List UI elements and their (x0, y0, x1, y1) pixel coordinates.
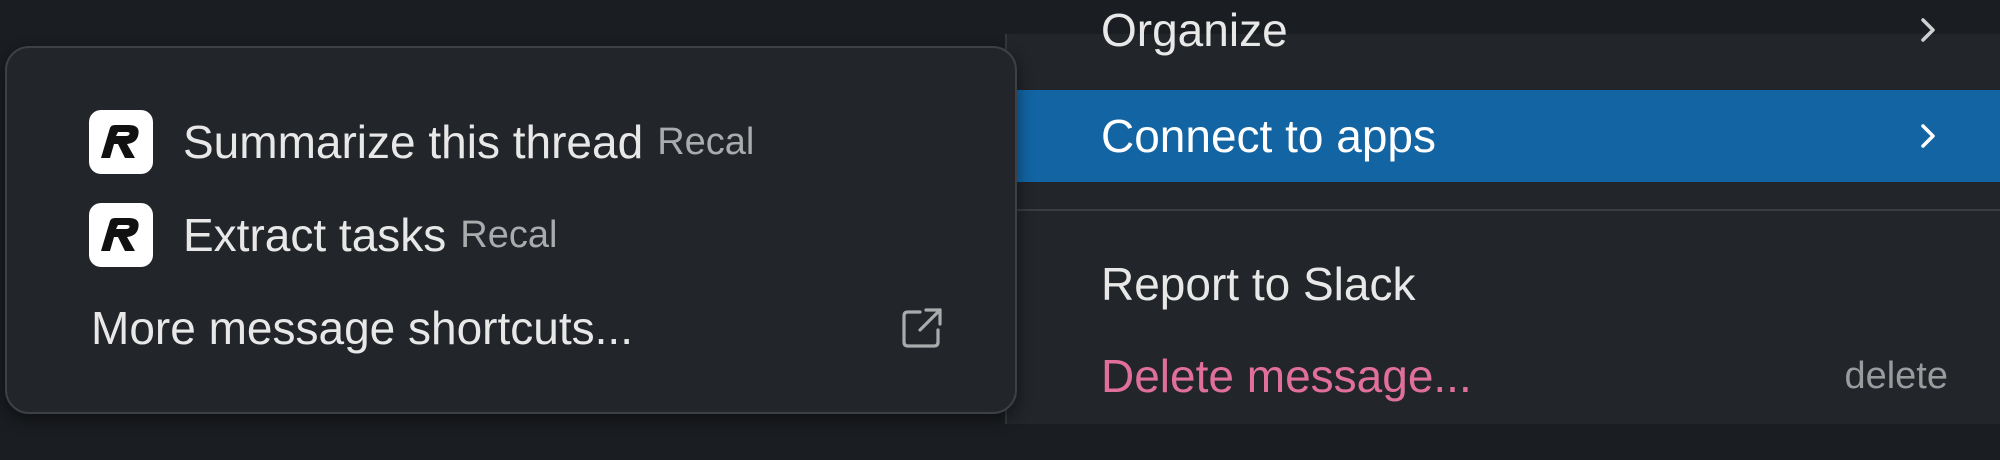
keyboard-shortcut: delete (1844, 354, 1948, 397)
connect-to-apps-submenu: Summarize this thread Recal Extract task… (5, 46, 1017, 414)
submenu-item-extract-tasks[interactable]: Extract tasks Recal (89, 195, 557, 275)
chevron-right-icon (1914, 122, 1942, 150)
submenu-item-more-shortcuts[interactable]: More message shortcuts... (91, 288, 945, 368)
menu-item-label: Report to Slack (1101, 258, 1416, 310)
app-name: Recal (460, 213, 558, 256)
shortcut-label: Extract tasks (183, 209, 447, 261)
menu-item-connect-to-apps[interactable]: Connect to apps (1017, 90, 2000, 182)
menu-item-organize[interactable]: Organize (1017, 0, 2000, 72)
shortcut-label: More message shortcuts... (91, 302, 633, 354)
menu-item-report-to-slack[interactable]: Report to Slack (1017, 238, 2000, 330)
message-actions-menu: Organize Connect to apps Report to Slack… (1005, 4, 2000, 424)
chevron-right-icon (1914, 16, 1942, 44)
recal-app-icon (89, 203, 153, 267)
menu-divider (1017, 209, 2000, 211)
app-name: Recal (657, 120, 755, 163)
menu-item-label: Delete message... (1101, 350, 1472, 402)
app-window: Organize Connect to apps Report to Slack… (0, 0, 2000, 460)
submenu-item-summarize-thread[interactable]: Summarize this thread Recal (89, 102, 754, 182)
shortcut-label: Summarize this thread (183, 116, 644, 168)
recal-app-icon (89, 110, 153, 174)
menu-item-label: Connect to apps (1101, 110, 1437, 162)
menu-item-delete-message[interactable]: Delete message... delete (1017, 330, 2000, 422)
menu-item-label: Organize (1101, 4, 1288, 56)
external-link-icon (899, 305, 945, 351)
